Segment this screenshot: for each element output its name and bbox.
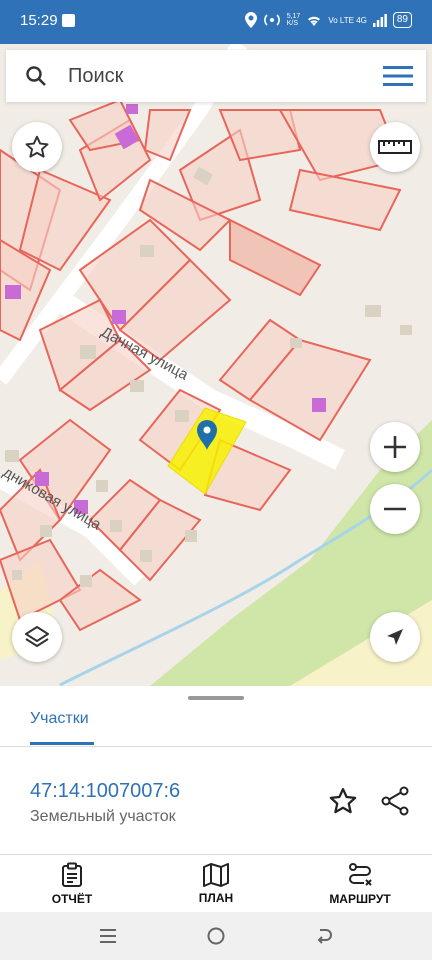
parcel-type: Земельный участок: [30, 808, 176, 825]
search-bar[interactable]: [6, 50, 426, 102]
drag-handle[interactable]: [188, 696, 244, 700]
plus-icon: [384, 436, 406, 458]
report-label: ОТЧЁТ: [51, 892, 93, 906]
location-icon: [244, 12, 257, 28]
minus-icon: [384, 507, 406, 511]
clipboard-icon: [62, 862, 82, 887]
search-icon[interactable]: [6, 64, 66, 88]
zoom-in-button[interactable]: [370, 422, 420, 472]
tab-parcels[interactable]: Участки: [30, 710, 89, 728]
map-view[interactable]: Дачная улица дниковая улица: [0, 44, 432, 686]
ruler-button[interactable]: [370, 122, 420, 172]
plan-label: ПЛАН: [198, 891, 234, 905]
plan-button[interactable]: ПЛАН: [156, 855, 276, 913]
divider: [0, 746, 432, 747]
wifi-icon: [308, 16, 321, 26]
status-time: 15:29: [20, 12, 58, 29]
star-icon: [329, 788, 357, 814]
layers-icon: [25, 626, 49, 647]
status-icons: 5,17 K/S Vo LTE 4G 89: [244, 12, 412, 28]
network-label: Vo LTE 4G: [328, 15, 367, 25]
menu-lines-icon: [100, 929, 116, 943]
route-label: МАРШРУТ: [329, 892, 391, 906]
action-bar: ОТЧЁТ ПЛАН МАРШРУТ: [0, 854, 432, 913]
share-button[interactable]: [380, 786, 410, 821]
recents-button[interactable]: [96, 924, 120, 948]
status-bar: 15:29 5,17 K/S Vo LTE 4G 89: [0, 0, 432, 44]
navigation-arrow-icon: [387, 629, 403, 645]
home-button[interactable]: [204, 924, 228, 948]
my-location-button[interactable]: [370, 612, 420, 662]
layers-button[interactable]: [12, 612, 62, 662]
favorite-parcel-button[interactable]: [328, 786, 358, 821]
zoom-out-button[interactable]: [370, 484, 420, 534]
hotspot-icon: [263, 14, 280, 26]
favorites-button[interactable]: [12, 122, 62, 172]
signal-icon: [372, 13, 387, 27]
back-arrow-icon: [317, 929, 332, 944]
star-icon: [25, 135, 49, 158]
map-canvas[interactable]: Дачная улица дниковая улица: [0, 44, 432, 686]
share-icon: [381, 786, 409, 816]
parcel-number[interactable]: 47:14:1007007:6: [30, 780, 180, 803]
bottom-sheet[interactable]: Участки 47:14:1007007:6 Земельный участо…: [0, 686, 432, 912]
notification-icon: [62, 14, 75, 27]
battery-icon: 89: [392, 12, 412, 28]
search-input[interactable]: [66, 63, 370, 89]
parcel[interactable]: [288, 168, 402, 232]
tab-indicator: [30, 742, 94, 745]
back-button[interactable]: [312, 924, 336, 948]
net-speed: 5,17 K/S: [286, 13, 301, 27]
route-button[interactable]: МАРШРУТ: [300, 855, 420, 913]
menu-icon[interactable]: [370, 65, 426, 87]
route-icon: [349, 863, 372, 886]
system-nav-bar: [0, 912, 432, 960]
report-button[interactable]: ОТЧЁТ: [12, 855, 132, 913]
home-circle-icon: [207, 927, 225, 945]
parcel[interactable]: [229, 218, 322, 297]
map-icon: [203, 863, 229, 887]
ruler-icon: [378, 140, 412, 154]
